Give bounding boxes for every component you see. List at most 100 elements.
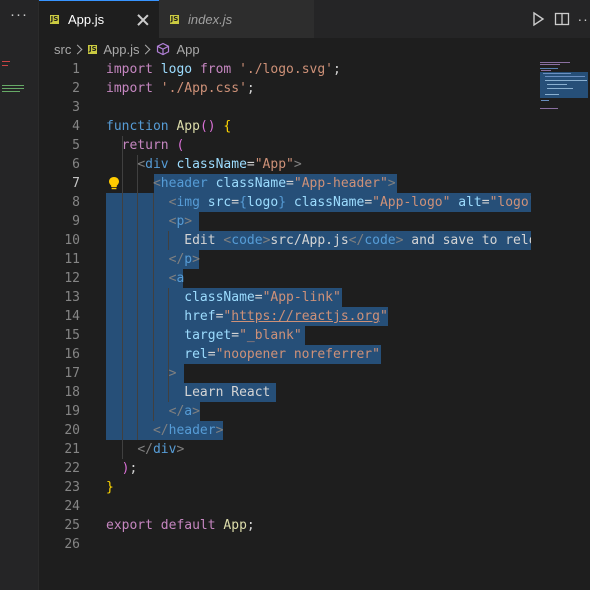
line-number: 4	[72, 119, 80, 134]
code-line: 4 function App() {	[39, 117, 531, 136]
code-text: Edit <code>src/App.js</code> and save to…	[184, 233, 531, 248]
code-text: className="App-link"	[184, 290, 341, 305]
line-number: 14	[64, 309, 80, 324]
tab-label: App.js	[68, 12, 105, 27]
play-icon	[533, 11, 545, 27]
code-text: return (	[121, 138, 185, 153]
line-number: 18	[64, 385, 80, 400]
breadcrumb-folder[interactable]: src	[54, 42, 71, 57]
line-number: 7	[72, 176, 80, 191]
code-line: 25 export default App;	[39, 516, 531, 535]
line-number: 20	[64, 423, 80, 438]
code-text: );	[121, 461, 138, 476]
minimap-line	[540, 64, 560, 65]
code-line: 14 href="https://reactjs.org"	[39, 307, 531, 326]
code-line: 3	[39, 98, 531, 117]
js-file-icon: JS	[50, 15, 59, 24]
minimap-line	[541, 100, 549, 101]
sidebar-more-button[interactable]: ···	[0, 6, 38, 23]
line-number: 21	[64, 442, 80, 457]
code-text: Learn React	[184, 385, 271, 400]
line-number: 6	[72, 157, 80, 172]
code-line: 2 import './App.css';	[39, 79, 531, 98]
minimap-line	[545, 76, 585, 77]
code-line: 9 <p>	[39, 212, 531, 231]
line-number: 2	[72, 81, 80, 96]
line-number: 12	[64, 271, 80, 286]
code-text: target="_blank"	[184, 328, 302, 343]
code-line: 17 >	[39, 364, 531, 383]
code-text: >	[168, 366, 177, 381]
code-text: export default App;	[106, 518, 255, 533]
code-line: 12 <a	[39, 269, 531, 288]
code-line-active: 7 <header className="App-header">	[39, 174, 531, 193]
line-number: 3	[72, 100, 80, 115]
code-text: import './App.css';	[106, 81, 255, 96]
line-number: 9	[72, 214, 80, 229]
minimap-line	[545, 94, 559, 95]
tab-index-js[interactable]: JS index.js	[159, 0, 314, 38]
minimap-line	[545, 80, 587, 81]
minimap-line	[540, 68, 558, 69]
code-text: </p>	[168, 252, 200, 267]
line-number: 17	[64, 366, 80, 381]
split-editor-button[interactable]	[553, 10, 571, 28]
line-number: 13	[64, 290, 80, 305]
editor-tab-bar: JS App.js JS index.js ···	[39, 0, 590, 38]
line-number: 19	[64, 404, 80, 419]
code-line: 5 return (	[39, 136, 531, 155]
code-line: 8 <img src={logo} className="App-logo" a…	[39, 193, 531, 212]
line-number: 11	[64, 252, 80, 267]
close-icon[interactable]	[135, 12, 151, 28]
code-text: <img src={logo} className="App-logo" alt…	[168, 195, 531, 210]
code-line: 23}	[39, 478, 531, 497]
minimap-line	[547, 84, 567, 85]
code-text: rel="noopener noreferrer"	[184, 347, 380, 362]
sidebar-tree-hint	[2, 91, 20, 92]
line-number: 24	[64, 499, 80, 514]
code-line: 19 </a>	[39, 402, 531, 421]
tab-label: index.js	[188, 11, 233, 27]
code-text: </header>	[152, 423, 224, 438]
split-icon	[554, 12, 570, 26]
symbol-cube-icon	[157, 42, 170, 56]
code-text: </a>	[168, 404, 200, 419]
line-number: 1	[72, 62, 80, 77]
code-text: </div>	[137, 442, 185, 457]
code-line: 18 Learn React	[39, 383, 531, 402]
code-text: <header className="App-header">	[152, 176, 396, 191]
code-line: 11 </p>	[39, 250, 531, 269]
breadcrumb: src JS App.js App	[39, 38, 590, 60]
line-number: 5	[72, 138, 80, 153]
code-line: 20 </header>	[39, 421, 531, 440]
code-line: 10 Edit <code>src/App.js</code> and save…	[39, 231, 531, 250]
js-file-icon: JS	[170, 14, 179, 24]
minimap-line	[547, 88, 573, 89]
code-line: 24	[39, 497, 531, 516]
sidebar-tree-hint	[2, 85, 24, 86]
minimap[interactable]	[531, 60, 590, 590]
more-actions-button[interactable]: ···	[577, 10, 590, 28]
code-line: 22 );	[39, 459, 531, 478]
chevron-right-icon	[72, 44, 83, 54]
code-text: }	[106, 480, 114, 495]
line-number: 26	[64, 537, 80, 552]
sidebar-tree-hint	[2, 88, 24, 89]
run-button[interactable]	[529, 10, 547, 28]
sidebar-tree-hint	[2, 61, 10, 62]
tab-app-js[interactable]: JS App.js	[39, 0, 159, 38]
breadcrumb-file[interactable]: App.js	[103, 42, 139, 57]
minimap-line	[540, 62, 570, 63]
code-line: 15 target="_blank"	[39, 326, 531, 345]
line-number: 16	[64, 347, 80, 362]
code-text: function App() {	[106, 119, 232, 134]
explorer-sidebar: ···	[0, 0, 38, 590]
minimap-line	[540, 108, 558, 109]
code-line: 26	[39, 535, 531, 554]
code-text: <a	[168, 271, 185, 286]
code-line: 21 </div>	[39, 440, 531, 459]
line-number: 25	[64, 518, 80, 533]
breadcrumb-symbol[interactable]: App	[176, 42, 199, 57]
code-line: 6 <div className="App">	[39, 155, 531, 174]
code-editor[interactable]: 1 import logo from './logo.svg'; 2 import …	[39, 60, 531, 590]
